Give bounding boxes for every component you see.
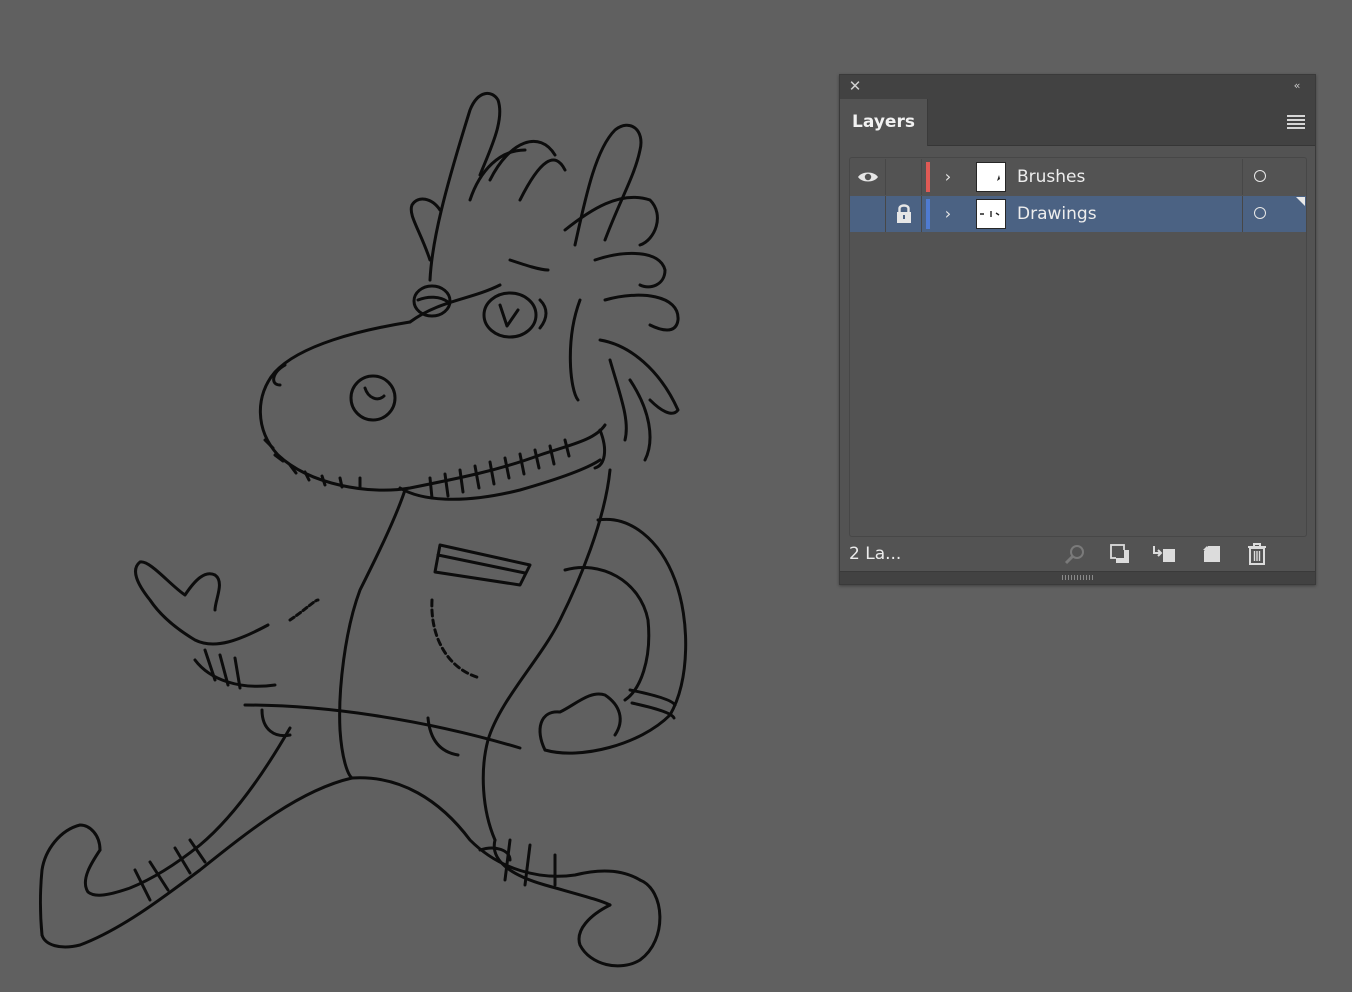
panel-tab-bar: Layers (840, 99, 1315, 146)
collapse-panel-icon[interactable]: ‹‹ (1287, 78, 1305, 94)
lock-icon (897, 204, 911, 223)
chevron-right-icon[interactable]: › (940, 204, 956, 224)
layers-list: › Brushes › Drawings (849, 157, 1307, 537)
lock-toggle[interactable] (886, 196, 922, 232)
layer-thumbnail (976, 199, 1006, 229)
eye-icon (858, 172, 878, 182)
locate-object-icon[interactable] (1063, 543, 1087, 565)
target-circle-icon[interactable] (1254, 170, 1266, 182)
panel-resize-bar[interactable] (840, 571, 1315, 584)
create-new-layer-icon[interactable] (1199, 543, 1223, 565)
visibility-toggle[interactable] (850, 196, 886, 232)
make-clipping-mask-icon[interactable] (1108, 543, 1132, 565)
tab-layers[interactable]: Layers (840, 99, 928, 146)
close-icon[interactable]: ✕ (847, 78, 863, 94)
layer-color-indicator (926, 162, 930, 192)
resize-grip-icon[interactable] (1062, 575, 1094, 580)
panel-footer: 2 La... (840, 539, 1315, 569)
layer-row-brushes[interactable]: › Brushes (850, 159, 1306, 195)
layer-color-indicator (926, 199, 930, 229)
layer-thumbnail (976, 162, 1006, 192)
chevron-right-icon[interactable]: › (940, 167, 956, 187)
layer-name[interactable]: Brushes (1017, 159, 1085, 195)
layers-panel: ✕ ‹‹ Layers › Brushes › Drawings 2 La... (839, 74, 1316, 585)
create-sublayer-icon[interactable] (1152, 543, 1176, 565)
lock-toggle[interactable] (886, 159, 922, 195)
layer-row-drawings[interactable]: › Drawings (850, 196, 1306, 232)
panel-title-bar[interactable]: ✕ ‹‹ (840, 75, 1315, 100)
selected-art-indicator (1296, 197, 1305, 206)
visibility-toggle[interactable] (850, 159, 886, 195)
delete-icon[interactable] (1245, 543, 1269, 565)
target-circle-icon[interactable] (1254, 207, 1266, 219)
panel-menu-icon[interactable] (1287, 115, 1305, 129)
layer-count: 2 La... (849, 544, 902, 564)
layer-name[interactable]: Drawings (1017, 196, 1097, 232)
